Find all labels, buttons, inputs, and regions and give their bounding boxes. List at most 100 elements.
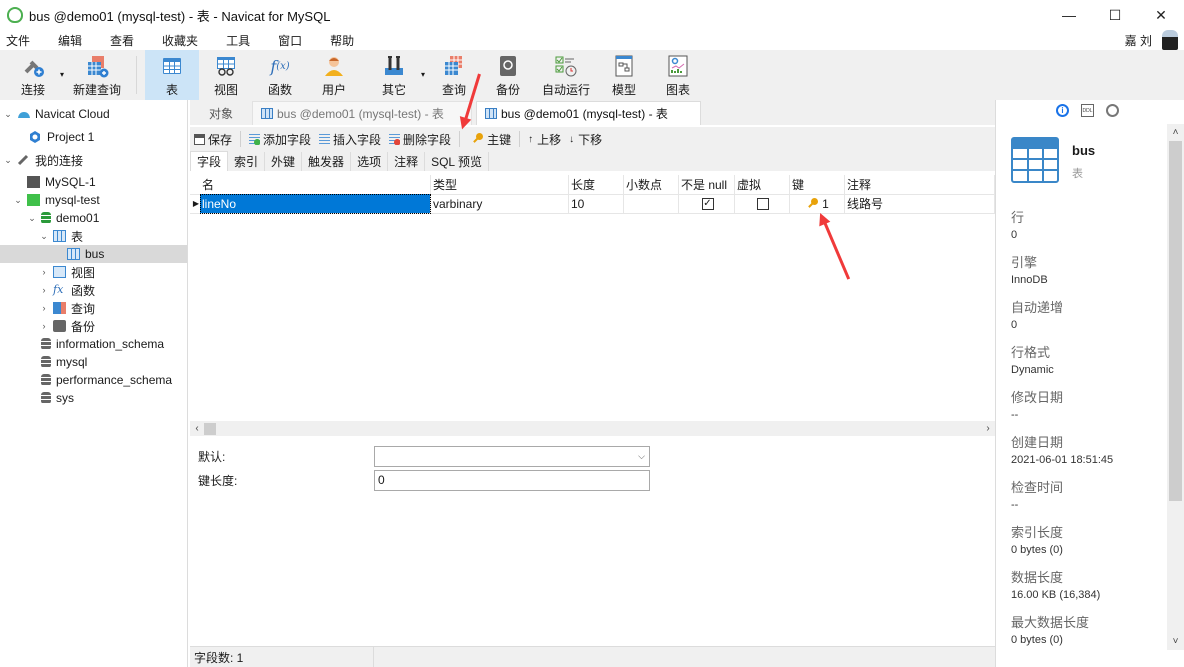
chevron-down-icon[interactable]: ▾ — [421, 70, 425, 79]
close-button[interactable]: ✕ — [1138, 0, 1184, 30]
menu-help[interactable]: 帮助 — [324, 32, 354, 49]
chevron-right-icon[interactable]: › — [38, 267, 50, 277]
menu-window[interactable]: 窗口 — [272, 32, 302, 49]
chevron-right-icon[interactable]: › — [38, 303, 50, 313]
user-name[interactable]: 嘉 刘 — [1125, 32, 1152, 49]
gear-icon[interactable] — [1106, 104, 1119, 117]
cell-not-null[interactable]: ✓ — [679, 194, 735, 214]
delete-field-button[interactable]: 删除字段 — [385, 131, 455, 148]
menu-tools[interactable]: 工具 — [220, 32, 250, 49]
cell-decimals[interactable] — [624, 194, 679, 214]
nav-item-information-schema[interactable]: information_schema — [0, 335, 187, 353]
virtual-checkbox[interactable] — [757, 197, 769, 210]
menu-view[interactable]: 查看 — [104, 32, 134, 49]
toolbar-model-button[interactable]: 模型 — [597, 50, 651, 100]
cell-virtual[interactable] — [735, 194, 790, 214]
nav-item-performance-schema[interactable]: performance_schema — [0, 371, 187, 389]
col-header-virtual[interactable]: 虚拟 — [735, 175, 790, 195]
subtab-fields[interactable]: 字段 — [190, 151, 229, 171]
scroll-right-icon[interactable]: › — [981, 423, 995, 434]
subtab-indexes[interactable]: 索引 — [228, 152, 266, 171]
nav-item-backups[interactable]: › 备份 — [0, 317, 187, 335]
primary-key-button[interactable]: 主键 — [468, 131, 515, 148]
cell-name[interactable]: lineNo — [200, 194, 431, 214]
chevron-down-icon[interactable]: ⌵ — [638, 451, 645, 462]
move-down-button[interactable]: ↓ 下移 — [565, 131, 606, 148]
nav-item-tables[interactable]: ⌄ 表 — [0, 227, 187, 245]
nav-item-queries[interactable]: › 查询 — [0, 299, 187, 317]
nav-item-functions[interactable]: › fx 函数 — [0, 281, 187, 299]
horizontal-scrollbar[interactable]: ‹ › — [190, 421, 995, 436]
ddl-icon[interactable]: DDL — [1081, 104, 1094, 117]
nav-item-mysql[interactable]: mysql — [0, 353, 187, 371]
scroll-down-icon[interactable]: ˅ — [1167, 633, 1184, 650]
default-select[interactable]: ⌵ — [374, 445, 650, 467]
scroll-up-icon[interactable]: ˄ — [1167, 124, 1184, 141]
col-header-length[interactable]: 长度 — [569, 175, 624, 195]
nav-item-demo01[interactable]: ⌄ demo01 — [0, 209, 187, 227]
nav-item-navicat-cloud[interactable]: ⌄ Navicat Cloud — [0, 105, 187, 123]
scroll-thumb[interactable] — [1169, 141, 1182, 501]
subtab-options[interactable]: 选项 — [351, 152, 389, 171]
nav-item-project-1[interactable]: Project 1 — [0, 128, 187, 146]
nav-item-bus[interactable]: bus — [0, 245, 187, 263]
info-vertical-scrollbar[interactable]: ˄ ˅ — [1167, 124, 1184, 650]
move-up-button[interactable]: ↑ 上移 — [524, 131, 565, 148]
cell-comment[interactable]: 线路号 — [845, 194, 995, 214]
maximize-button[interactable]: ☐ — [1092, 0, 1138, 30]
toolbar-user-button[interactable]: 用户 — [307, 50, 361, 100]
toolbar-table-button[interactable]: 表 — [145, 50, 199, 100]
info-icon[interactable]: i — [1056, 104, 1069, 117]
toolbar-function-button[interactable]: f (x) 函数 — [253, 50, 307, 100]
col-header-decimals[interactable]: 小数点 — [624, 175, 679, 195]
chevron-down-icon[interactable]: ⌄ — [12, 195, 24, 206]
col-header-type[interactable]: 类型 — [431, 175, 569, 195]
toolbar-view-button[interactable]: 视图 — [199, 50, 253, 100]
toolbar-connect-button[interactable]: 连接 ▾ — [6, 50, 64, 100]
col-header-name[interactable]: 名 — [200, 175, 431, 195]
tab-table-bus-design[interactable]: bus @demo01 (mysql-test) - 表 — [476, 101, 701, 125]
chevron-down-icon[interactable]: ⌄ — [38, 231, 50, 242]
nav-item-sys[interactable]: sys — [0, 389, 187, 407]
not-null-checkbox[interactable]: ✓ — [701, 197, 714, 210]
toolbar-chart-button[interactable]: 图表 — [651, 50, 705, 100]
chevron-right-icon[interactable]: › — [38, 321, 50, 331]
toolbar-other-button[interactable]: 其它 ▾ — [367, 50, 425, 100]
chevron-down-icon[interactable]: ⌄ — [26, 213, 38, 224]
col-header-not-null[interactable]: 不是 null — [679, 175, 735, 195]
minimize-button[interactable]: — — [1046, 0, 1092, 30]
scroll-thumb[interactable] — [204, 422, 216, 435]
tab-table-bus-1[interactable]: bus @demo01 (mysql-test) - 表 — [252, 101, 472, 125]
toolbar-new-query-button[interactable]: 新建查询 — [66, 50, 128, 100]
scroll-left-icon[interactable]: ‹ — [190, 423, 204, 434]
col-header-key[interactable]: 键 — [790, 175, 845, 195]
tab-objects[interactable]: 对象 — [190, 101, 252, 125]
chevron-down-icon[interactable]: ⌄ — [2, 155, 14, 166]
avatar[interactable] — [1162, 30, 1178, 50]
toolbar-backup-button[interactable]: 备份 — [481, 50, 535, 100]
subtab-triggers[interactable]: 触发器 — [302, 152, 352, 171]
add-field-button[interactable]: 添加字段 — [245, 131, 315, 148]
user-area[interactable]: 嘉 刘 — [1125, 30, 1178, 50]
menu-favorites[interactable]: 收藏夹 — [156, 32, 198, 49]
nav-item-my-connections[interactable]: ⌄ 我的连接 — [0, 151, 187, 169]
nav-item-views[interactable]: › 视图 — [0, 263, 187, 281]
menu-edit[interactable]: 编辑 — [52, 32, 82, 49]
subtab-foreign-keys[interactable]: 外键 — [265, 152, 303, 171]
chevron-down-icon[interactable]: ⌄ — [2, 109, 14, 120]
nav-item-mysql-test[interactable]: ⌄ mysql-test — [0, 191, 187, 209]
menu-file[interactable]: 文件 — [0, 32, 30, 49]
cell-key[interactable]: 1 — [790, 194, 845, 214]
insert-field-button[interactable]: 插入字段 — [315, 131, 385, 148]
toolbar-automation-button[interactable]: 自动运行 — [535, 50, 597, 100]
chevron-down-icon[interactable]: ▾ — [60, 70, 64, 79]
chevron-right-icon[interactable]: › — [38, 285, 50, 295]
save-button[interactable]: 保存 — [190, 131, 236, 148]
key-length-input[interactable]: 0 — [374, 469, 650, 491]
nav-item-mysql-1[interactable]: MySQL-1 — [0, 173, 187, 191]
table-row[interactable]: ▶ lineNo varbinary 10 ✓ 1 线路号 — [190, 194, 995, 214]
subtab-sql-preview[interactable]: SQL 预览 — [425, 152, 489, 171]
cell-length[interactable]: 10 — [569, 194, 624, 214]
subtab-comment[interactable]: 注释 — [388, 152, 426, 171]
col-header-comment[interactable]: 注释 — [845, 175, 995, 195]
